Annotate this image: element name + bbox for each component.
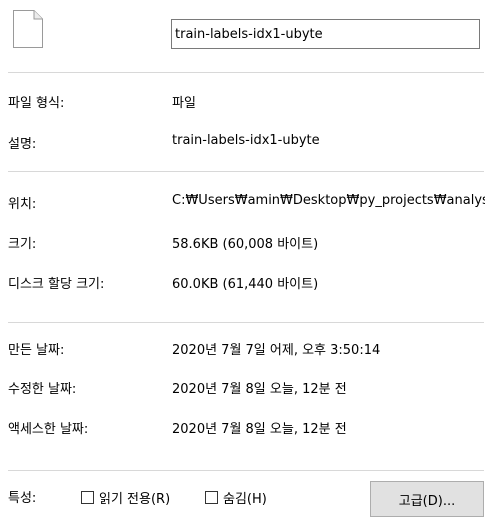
hidden-checkbox-box[interactable] [205, 491, 218, 504]
file-icon [13, 10, 43, 48]
readonly-checkbox-box[interactable] [81, 491, 94, 504]
description-label: 설명: [8, 137, 37, 152]
created-label: 만든 날짜: [8, 343, 65, 358]
description-value: train-labels-idx1-ubyte [172, 133, 320, 148]
type-value: 파일 [172, 96, 196, 111]
attributes-label: 특성: [8, 491, 37, 506]
separator [8, 322, 484, 323]
modified-label: 수정한 날짜: [8, 382, 77, 397]
location-value: C:₩Users₩amin₩Desktop₩py_projects₩analys [172, 193, 485, 208]
accessed-value: 2020년 7월 8일 오늘, 12분 전 [172, 422, 347, 437]
size-on-disk-label: 디스크 할당 크기: [8, 277, 105, 292]
created-value: 2020년 7월 7일 어제, 오후 3:50:14 [172, 343, 381, 358]
readonly-checkbox[interactable]: 읽기 전용(R) [81, 488, 170, 507]
hidden-checkbox[interactable]: 숨김(H) [205, 488, 267, 507]
size-on-disk-value: 60.0KB (61,440 바이트) [172, 277, 319, 292]
advanced-button[interactable]: 고급(D)... [370, 481, 484, 517]
separator [8, 72, 484, 73]
accessed-label: 액세스한 날짜: [8, 422, 89, 437]
separator [8, 470, 484, 471]
size-label: 크기: [8, 237, 37, 252]
modified-value: 2020년 7월 8일 오늘, 12분 전 [172, 382, 347, 397]
location-label: 위치: [8, 197, 37, 212]
size-value: 58.6KB (60,008 바이트) [172, 237, 319, 252]
separator [8, 171, 484, 172]
file-name-input[interactable] [171, 19, 480, 49]
hidden-checkbox-label: 숨김(H) [223, 492, 267, 507]
readonly-checkbox-label: 읽기 전용(R) [99, 492, 171, 507]
type-label: 파일 형식: [8, 96, 65, 111]
